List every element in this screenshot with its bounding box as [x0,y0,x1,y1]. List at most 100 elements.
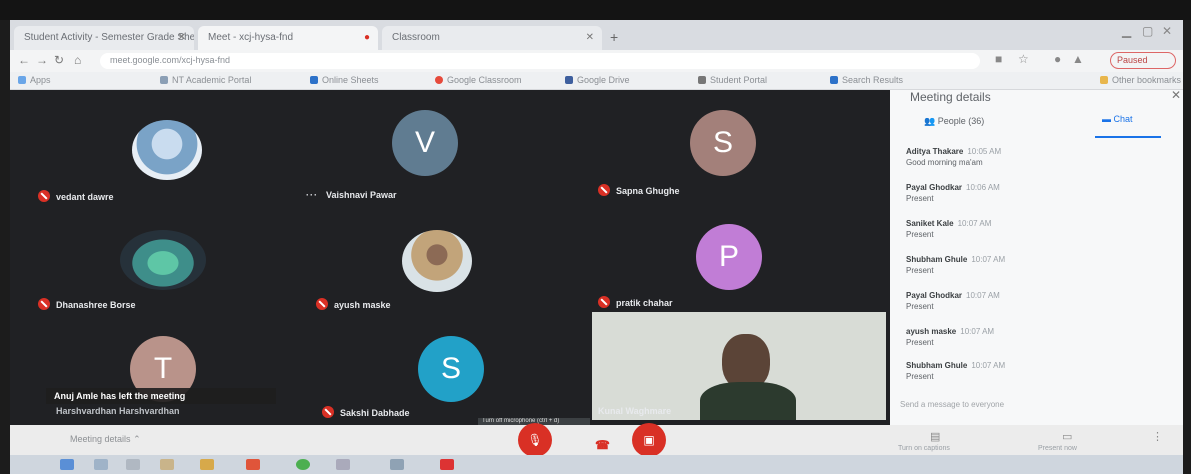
tab-close-icon[interactable]: ✕ [586,32,594,43]
taskbar-app-icon[interactable] [126,459,140,470]
message-text: Present [906,194,934,203]
minimize-icon[interactable]: ▁ [1122,24,1131,38]
message-time: 10:07 AM [960,327,995,336]
folder-icon [1100,76,1108,84]
bookmark-label: Online Sheets [322,75,379,85]
bookmark-apps[interactable]: Apps [18,75,51,85]
screen-bezel-left [0,20,10,474]
tab-classroom[interactable]: Classroom ✕ [382,26,602,50]
message-time: 10:07 AM [957,219,992,228]
participant-name: Dhanashree Borse [56,300,136,310]
reload-icon[interactable]: ↻ [54,53,64,67]
bookmark-icon [698,76,706,84]
tab-student-activity[interactable]: Student Activity - Semester Grade Sheets… [14,26,194,50]
camera-toggle-button[interactable]: ▣ [632,423,666,457]
browser-toolbar: ← → ↻ ⌂ meet.google.com/xcj-hysa-fnd ■ ☆… [10,50,1183,72]
star-icon[interactable]: ☆ [1018,52,1029,66]
tab-label: Student Activity - Semester Grade Sheets [24,32,194,43]
participant-name-tag: Sapna Ghughe [598,184,680,196]
start-icon[interactable] [60,459,74,470]
address-bar[interactable]: meet.google.com/xcj-hysa-fnd [100,53,980,69]
tab-label: Meet - xcj-hysa-fnd [208,32,294,43]
extension-icon[interactable]: ● [1054,52,1061,66]
extension-icon[interactable]: ▲ [1072,52,1084,66]
tab-people[interactable]: 👥 People (36) [924,116,984,127]
profile-button[interactable]: Paused [1110,52,1176,69]
close-window-icon[interactable]: ✕ [1162,24,1172,38]
bookmark-icon [160,76,168,84]
message-sender: Aditya Thakare [906,147,964,156]
forward-icon[interactable]: → [36,53,48,67]
home-icon[interactable]: ⌂ [74,53,81,67]
participant-name: pratik chahar [616,298,673,308]
notification-toast: Anuj Amle has left the meeting [46,388,276,404]
bookmark-item[interactable]: NT Academic Portal [160,75,251,85]
more-options-icon[interactable]: ··· [306,190,318,200]
bookmark-item[interactable]: Google Classroom [435,75,522,85]
participant-name: Sakshi Dabhade [340,408,410,418]
apps-icon [18,76,26,84]
tab-close-icon[interactable]: ✕ [178,32,186,43]
chat-message: Shubham Ghule 10:07 AM Present [906,360,1046,382]
maximize-icon[interactable]: ▢ [1142,24,1153,38]
bookmark-label: Student Portal [710,75,768,85]
self-view-tile: Kunal Waghmare [592,312,886,420]
back-icon[interactable]: ← [18,53,30,67]
mic-off-icon [598,184,610,196]
participant-name-tag: ayush maske [316,298,391,310]
tab-meet[interactable]: Meet - xcj-hysa-fnd ● [198,26,378,50]
other-bookmarks[interactable]: Other bookmarks [1100,75,1181,85]
participant-name: Sapna Ghughe [616,186,680,196]
mic-toggle-button[interactable]: 🎙 [518,423,552,457]
chat-message: Aditya Thakare 10:05 AM Good morning ma'am [906,146,1046,168]
present-icon[interactable]: ▭ [1062,430,1072,443]
camera-permission-icon[interactable]: ■ [995,52,1002,66]
chat-input[interactable]: Send a message to everyone [900,400,1004,409]
taskbar-app-icon[interactable] [200,459,214,470]
screen-bezel-right [1183,20,1191,474]
avatar [402,230,472,292]
bookmark-item[interactable]: Student Portal [698,75,767,85]
message-sender: Payal Ghodkar [906,183,963,192]
taskbar-app-icon[interactable] [246,459,260,470]
mic-off-icon [38,298,50,310]
chat-message: ayush maske 10:07 AM Present [906,326,1046,348]
chat-message: Payal Ghodkar 10:07 AM Present [906,290,1046,312]
taskbar-app-icon[interactable] [94,459,108,470]
meeting-grid: vedant dawre V ··· Vaishnavi Pawar S Sapn… [10,90,890,425]
avatar: V [392,110,458,176]
pdf-icon[interactable] [440,459,454,470]
more-vert-icon[interactable]: ⋮ [1152,430,1163,443]
taskbar-app-icon[interactable] [390,459,404,470]
bookmark-icon [830,76,838,84]
taskbar-app-icon[interactable] [336,459,350,470]
chrome-icon[interactable] [296,459,310,470]
message-text: Present [906,338,934,347]
tab-chat[interactable]: ▬ Chat [1102,114,1133,124]
folder-icon[interactable] [160,459,174,470]
meeting-details-button[interactable]: Meeting details ⌃ [70,434,141,445]
self-body [700,382,796,420]
mic-off-icon [322,406,334,418]
os-taskbar [10,455,1183,474]
bookmark-item[interactable]: Online Sheets [310,75,379,85]
panel-title: Meeting details [910,90,991,104]
new-tab-button[interactable]: + [610,29,618,45]
bookmark-label: Google Classroom [447,75,522,85]
message-text: Good morning ma'am [906,158,983,167]
avatar: S [418,336,484,402]
close-icon[interactable]: ✕ [1171,88,1181,102]
present-label[interactable]: Present now [1038,445,1077,452]
bookmark-item[interactable]: Google Drive [565,75,630,85]
chat-message: Saniket Kale 10:07 AM Present [906,218,1046,240]
bookmark-icon [310,76,318,84]
mic-off-icon: 🎙 [527,433,543,447]
participant-name-tag: vedant dawre [38,190,114,202]
captions-icon[interactable]: ▤ [930,430,940,443]
bookmark-item[interactable]: Search Results [830,75,903,85]
participant-name-tag: Kunal Waghmare [598,406,671,416]
hang-up-button[interactable]: ☎ [595,438,610,452]
captions-label[interactable]: Turn on captions [898,445,950,452]
message-text: Present [906,266,934,275]
mic-off-icon [598,296,610,308]
